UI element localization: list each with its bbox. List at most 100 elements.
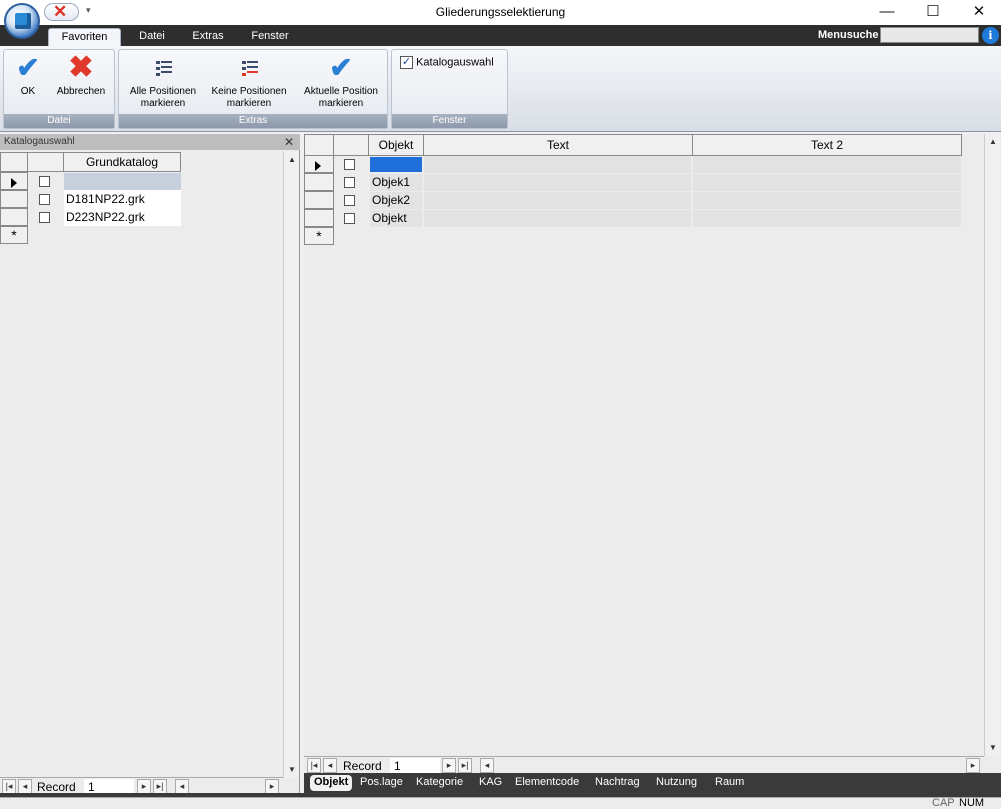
pane-close-icon[interactable]: ✕ [284,134,294,150]
window-title: Gliederungsselektierung [435,5,566,19]
row-selector[interactable] [304,209,334,227]
table-cell-text2[interactable] [693,174,961,191]
table-cell-objekt[interactable]: Objekt [370,210,422,227]
select-none-icon [235,54,263,82]
column-header-text[interactable]: Text [423,134,693,156]
title-bar: ✕ ▾ Gliederungsselektierung — ☐ ✕ [0,0,1001,25]
scroll-left-icon[interactable]: ◂ [480,758,494,773]
tab-extras[interactable]: Extras [184,28,232,46]
row-checkbox[interactable] [344,195,355,206]
alle-positionen-button[interactable]: Alle Positionen markieren [121,54,205,110]
tab-poslage[interactable]: Pos.lage [356,775,407,791]
current-row-icon [315,161,321,171]
aktuelle-position-label-2: markieren [318,98,364,109]
list-item[interactable]: D223NP22.grk [64,208,181,226]
row-selector[interactable] [304,173,334,191]
table-cell-text2[interactable] [693,156,961,173]
check-icon: ✔ [16,52,40,83]
table-cell-objekt[interactable] [370,157,422,172]
table-cell-text2[interactable] [693,210,961,227]
minimize-button[interactable]: — [864,0,910,25]
row-selector[interactable] [0,208,28,226]
ok-button[interactable]: ✔ OK [10,54,46,98]
last-record-icon[interactable]: ▸| [458,758,472,773]
tab-favoriten[interactable]: Favoriten [48,28,121,46]
aktuelle-position-label-1: Aktuelle Position [304,86,378,97]
header-checkbox-col [27,152,64,172]
scroll-up-icon[interactable]: ▲ [284,152,300,168]
column-header-objekt[interactable]: Objekt [368,134,424,156]
first-record-icon[interactable]: |◂ [307,758,321,773]
aktuelle-position-button[interactable]: ✔ Aktuelle Position markieren [295,54,387,110]
ribbon-group-datei: ✔ OK ✖ Abbrechen Datei [3,49,115,129]
maximize-button[interactable]: ☐ [910,0,956,25]
scroll-down-icon[interactable]: ▼ [284,762,300,778]
header-selector [0,152,28,172]
new-row-selector[interactable]: * [0,226,28,244]
record-number-field[interactable]: 1 [84,779,134,794]
tab-raum[interactable]: Raum [711,775,748,791]
tab-kategorie[interactable]: Kategorie [412,775,467,791]
next-record-icon[interactable]: ▸ [442,758,456,773]
right-vertical-scrollbar[interactable]: ▲ ▼ [984,134,1000,756]
row-selector[interactable] [0,172,28,190]
row-selector[interactable] [0,190,28,208]
table-cell-text[interactable] [424,156,691,173]
ribbon: ✔ OK ✖ Abbrechen Datei Alle Positionen m… [0,46,1001,132]
new-row-selector[interactable]: * [304,227,334,245]
first-record-icon[interactable]: |◂ [2,779,16,794]
tab-nachtrag[interactable]: Nachtrag [591,775,644,791]
table-cell-text[interactable] [424,210,691,227]
check-icon: ✔ [329,52,353,83]
close-window-button[interactable]: ✕ [956,0,1001,25]
tab-nutzung[interactable]: Nutzung [652,775,701,791]
bottom-tab-bar: Objekt Pos.lage Kategorie KAG Elementcod… [304,773,1001,793]
row-checkbox[interactable] [39,194,50,205]
left-vertical-scrollbar[interactable]: ▲ ▼ [283,152,299,778]
table-cell-objekt[interactable]: Objek1 [370,174,422,191]
table-cell-text[interactable] [424,192,691,209]
record-number-field[interactable]: 1 [390,758,440,773]
scroll-left-icon[interactable]: ◂ [175,779,189,794]
tab-fenster[interactable]: Fenster [242,28,298,46]
pane-title-text: Katalogauswahl [4,136,75,147]
keine-positionen-label-2: markieren [226,98,272,109]
scroll-right-icon[interactable]: ▸ [966,758,980,773]
app-menu-button[interactable] [4,3,40,39]
keine-positionen-button[interactable]: Keine Positionen markieren [205,54,293,110]
scroll-right-icon[interactable]: ▸ [265,779,279,794]
prev-record-icon[interactable]: ◂ [18,779,32,794]
last-record-icon[interactable]: ▸| [153,779,167,794]
tab-kag[interactable]: KAG [475,775,506,791]
tab-datei[interactable]: Datei [128,28,176,46]
cube-icon [15,13,31,29]
tab-objekt[interactable]: Objekt [310,775,353,791]
table-cell-text[interactable] [424,174,691,191]
row-checkbox[interactable] [39,176,50,187]
column-header-text2[interactable]: Text 2 [692,134,962,156]
katalogauswahl-toggle[interactable]: ✓ Katalogauswahl [400,56,494,69]
prev-record-icon[interactable]: ◂ [323,758,337,773]
status-bar: CAP NUM [0,797,1001,809]
row-selector[interactable] [304,155,334,173]
row-checkbox[interactable] [39,212,50,223]
abbrechen-button[interactable]: ✖ Abbrechen [50,53,112,98]
column-header-grundkatalog[interactable]: Grundkatalog [63,152,181,172]
table-cell-text2[interactable] [693,192,961,209]
info-icon[interactable]: i [982,27,999,44]
table-cell-objekt[interactable]: Objek2 [370,192,422,209]
list-item[interactable]: D181NP22.grk [64,190,181,208]
next-record-icon[interactable]: ▸ [137,779,151,794]
ribbon-group-fenster: ✓ Katalogauswahl Fenster [391,49,508,129]
menusuche-input[interactable] [880,27,979,43]
row-checkbox[interactable] [344,159,355,170]
row-checkbox[interactable] [344,213,355,224]
row-checkbox[interactable] [344,177,355,188]
scroll-up-icon[interactable]: ▲ [985,134,1001,150]
ok-label: OK [20,86,36,97]
row-selector[interactable] [304,191,334,209]
scroll-down-icon[interactable]: ▼ [985,740,1001,756]
list-item[interactable] [64,173,181,190]
tab-elementcode[interactable]: Elementcode [511,775,583,791]
katalogauswahl-checkbox[interactable]: ✓ [400,56,413,69]
